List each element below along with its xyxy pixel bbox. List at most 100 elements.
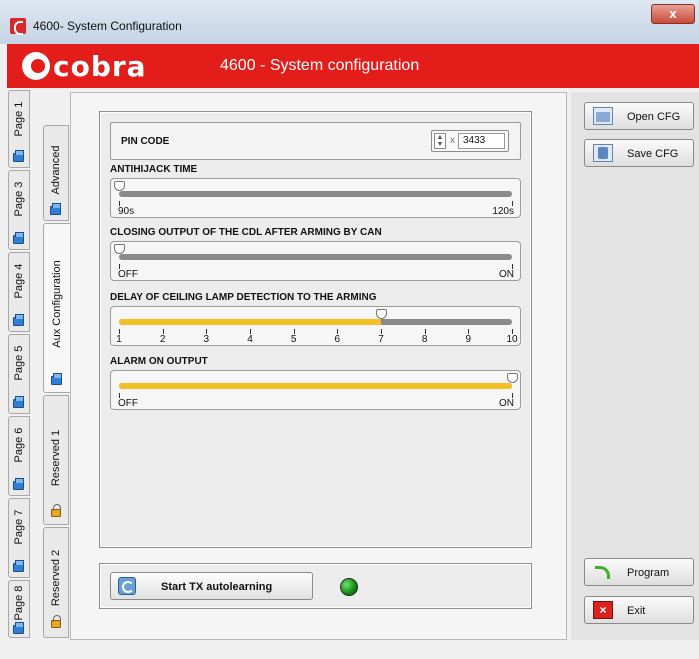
slider-tick-label: 2: [159, 334, 166, 345]
slider-tick-label: 9: [465, 334, 472, 345]
slider-tick-label: ON: [499, 398, 514, 409]
slider-tick-label: 3: [203, 334, 210, 345]
tab-aux-configuration[interactable]: Aux Configuration: [43, 223, 71, 393]
program-label: Program: [627, 567, 670, 579]
slider-thumb[interactable]: [114, 244, 125, 254]
slider-fill: [119, 319, 381, 325]
slider-title: DELAY OF CEILING LAMP DETECTION TO THE A…: [110, 292, 377, 303]
tab-label: Page 7: [13, 509, 25, 545]
app-icon: [10, 18, 26, 35]
refresh-icon: [118, 577, 136, 595]
window-title: 4600- System Configuration: [33, 19, 182, 33]
open-folder-icon: [593, 107, 613, 125]
tab-label: Aux Configuration: [51, 260, 63, 348]
slider-alarm-on-output: ALARM ON OUTPUT OFF ON: [110, 356, 521, 410]
slider-tick-label: ON: [499, 269, 514, 280]
slider-control[interactable]: 1 2 3 4 5 6 7 8 9 10: [110, 306, 521, 346]
slider-title: ALARM ON OUTPUT: [110, 356, 208, 367]
tab-page-7[interactable]: Page 7: [8, 498, 30, 578]
toolbox-icon: [13, 560, 24, 572]
window-bottom-edge: [0, 640, 699, 659]
open-cfg-label: Open CFG: [627, 111, 681, 123]
save-icon: [593, 144, 613, 162]
brand-header: cobra 4600 - System configuration: [7, 44, 699, 88]
slider-antihijack-time: ANTIHIJACK TIME 90s 120s: [110, 164, 521, 218]
save-cfg-label: Save CFG: [627, 148, 679, 160]
settings-group: PIN CODE ▲ ▼ x 3433 ANTIHIJACK TIME 90s 12…: [99, 111, 532, 548]
slider-tick-label: OFF: [118, 398, 138, 409]
tab-page-3[interactable]: Page 3: [8, 170, 30, 250]
tab-label: Page 5: [13, 345, 25, 381]
tab-label: Page 1: [13, 101, 25, 137]
slider-tick-label: OFF: [118, 269, 138, 280]
actions-panel: Open CFG Save CFG Program × Exit: [571, 92, 699, 640]
slider-thumb[interactable]: [114, 181, 125, 191]
tab-page-8[interactable]: Page 8: [8, 580, 30, 638]
toolbox-icon: [51, 373, 62, 385]
tab-advanced[interactable]: Advanced: [43, 125, 69, 221]
tab-page-6[interactable]: Page 6: [8, 416, 30, 496]
status-led-icon: [340, 578, 358, 596]
lock-icon: [51, 504, 61, 517]
slider-ceiling-lamp-delay: DELAY OF CEILING LAMP DETECTION TO THE A…: [110, 292, 521, 346]
save-cfg-button[interactable]: Save CFG: [584, 139, 694, 167]
slider-tick-label: 8: [421, 334, 428, 345]
pin-code-field: ▲ ▼ x 3433: [431, 130, 509, 152]
toolbox-icon: [13, 150, 24, 162]
toolbox-icon: [50, 203, 61, 215]
slider-track: [119, 319, 512, 325]
slider-tick-label: 1: [116, 334, 122, 345]
tx-autolearning-group: Start TX autolearning: [99, 563, 532, 609]
slider-control[interactable]: OFF ON: [110, 370, 521, 410]
exit-icon: ×: [593, 601, 613, 619]
pin-spinner[interactable]: ▲ ▼: [434, 133, 446, 149]
slider-thumb[interactable]: [507, 373, 518, 383]
open-cfg-button[interactable]: Open CFG: [584, 102, 694, 130]
tab-page-4[interactable]: Page 4: [8, 252, 30, 332]
window-close-button[interactable]: x: [651, 4, 695, 24]
cobra-logo-text: cobra: [53, 50, 147, 83]
toolbox-icon: [13, 396, 24, 408]
window-titlebar: 4600- System Configuration x: [0, 0, 699, 44]
program-arrow-icon: [593, 563, 613, 581]
tab-label: Page 8: [13, 585, 25, 621]
program-button[interactable]: Program: [584, 558, 694, 586]
slider-control[interactable]: OFF ON: [110, 241, 521, 281]
tab-reserved-1[interactable]: Reserved 1: [43, 395, 69, 525]
tab-page-5[interactable]: Page 5: [8, 334, 30, 414]
slider-tick-label: 7: [378, 334, 384, 345]
tab-label: Page 3: [13, 181, 25, 217]
toolbox-icon: [13, 622, 24, 634]
start-tx-autolearning-button[interactable]: Start TX autolearning: [110, 572, 313, 600]
tab-page-1[interactable]: Page 1: [8, 90, 30, 168]
exit-button[interactable]: × Exit: [584, 596, 694, 624]
slider-title: CLOSING OUTPUT OF THE CDL AFTER ARMING B…: [110, 227, 382, 238]
pin-code-label: PIN CODE: [121, 136, 170, 147]
slider-tick-label: 5: [290, 334, 297, 345]
slider-tick-label: 4: [247, 334, 253, 345]
lock-icon: [51, 615, 61, 628]
toolbox-icon: [13, 314, 24, 326]
tab-label: Reserved 1: [50, 429, 62, 487]
toolbox-icon: [13, 478, 24, 490]
aux-configuration-panel: PIN CODE ▲ ▼ x 3433 ANTIHIJACK TIME 90s 12…: [70, 92, 567, 640]
slider-track: [119, 254, 512, 260]
slider-track: [119, 191, 512, 197]
slider-tick-label: 120s: [492, 206, 514, 217]
exit-label: Exit: [627, 605, 646, 617]
slider-cdl-closing-output: CLOSING OUTPUT OF THE CDL AFTER ARMING B…: [110, 227, 521, 281]
cobra-logo-icon: [22, 52, 50, 80]
tx-button-label: Start TX autolearning: [161, 581, 273, 593]
pin-code-row: PIN CODE ▲ ▼ x 3433: [110, 122, 521, 160]
tab-reserved-2[interactable]: Reserved 2: [43, 527, 69, 638]
slider-thumb[interactable]: [376, 309, 387, 319]
toolbox-icon: [13, 232, 24, 244]
slider-title: ANTIHIJACK TIME: [110, 164, 198, 175]
slider-control[interactable]: 90s 120s: [110, 178, 521, 218]
slider-tick-label: 10: [506, 334, 518, 345]
tab-label: Page 4: [13, 263, 25, 299]
tab-label: Reserved 2: [50, 549, 62, 607]
header-title: 4600 - System configuration: [220, 57, 420, 74]
pin-code-input[interactable]: 3433: [458, 133, 505, 149]
slider-tick-label: 6: [334, 334, 341, 345]
